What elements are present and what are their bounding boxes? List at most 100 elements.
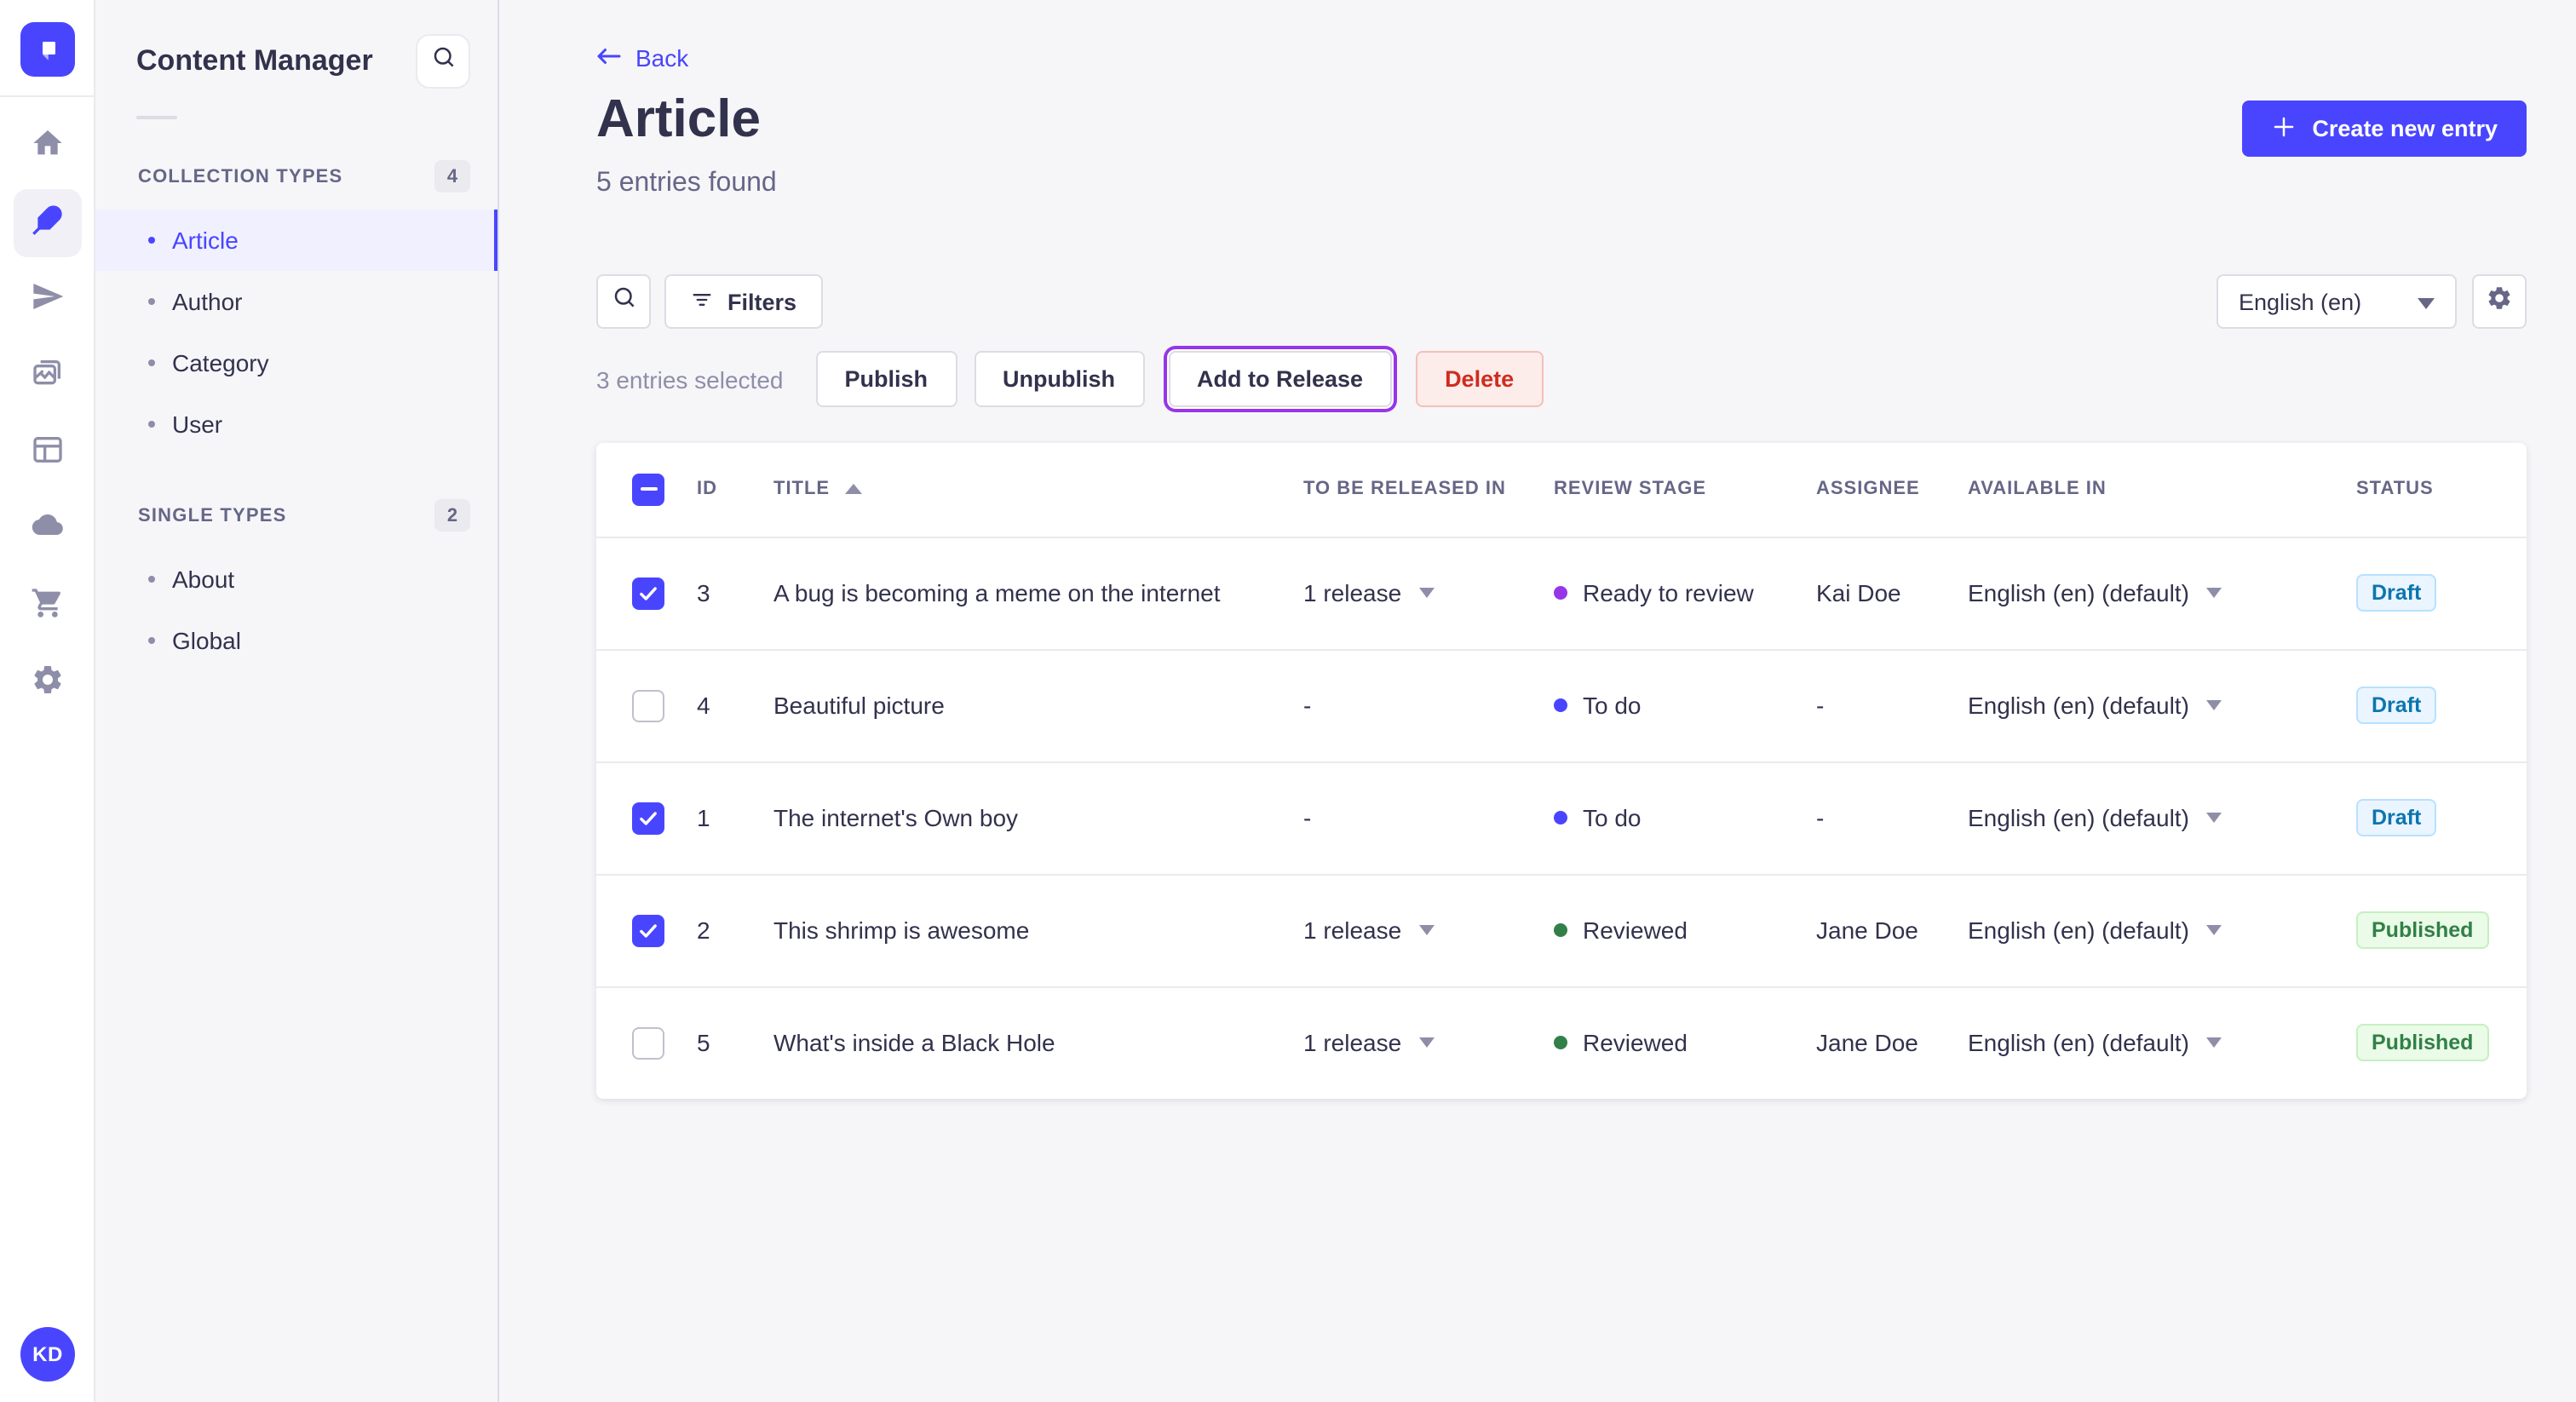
cell-status: Draft (2356, 649, 2527, 761)
select-all-checkbox[interactable] (632, 473, 664, 506)
row-checkbox[interactable] (632, 689, 664, 721)
table-row: 2 This shrimp is awesome 1 release Reviewed… (596, 874, 2527, 986)
cell-release: - (1303, 804, 1312, 831)
nav-divider (0, 95, 94, 97)
cell-available-in[interactable]: English (en) (default) (1968, 986, 2356, 1099)
nav-item-marketplace[interactable] (14, 572, 82, 641)
cell-release[interactable]: 1 release (1303, 986, 1554, 1099)
nav-item-home[interactable] (14, 112, 82, 181)
selection-bar: 3 entries selected Publish Unpublish Add… (596, 351, 1544, 407)
cell-assignee: - (1816, 804, 1825, 831)
sidebar-item-user[interactable]: User (95, 394, 497, 455)
publish-button[interactable]: Publish (815, 351, 957, 407)
cell-review-stage: Reviewed (1554, 874, 1816, 986)
column-header-review-stage[interactable]: REVIEW STAGE (1554, 443, 1816, 537)
cell-title: A bug is becoming a meme on the internet (773, 579, 1221, 606)
table-row: 3 A bug is becoming a meme on the interne… (596, 537, 2527, 649)
search-button[interactable] (596, 274, 651, 329)
delete-button[interactable]: Delete (1416, 351, 1544, 407)
column-header-title[interactable]: TITLE (773, 443, 1303, 537)
arrow-left-icon (596, 44, 622, 72)
cell-checkbox (596, 986, 697, 1099)
column-header-available-in[interactable]: AVAILABLE IN (1968, 443, 2356, 537)
status-badge: Draft (2356, 687, 2437, 724)
table-header-row: ID TITLE TO BE RELEASED IN REVIEW STAGE ASSI… (596, 443, 2527, 537)
app-root: KD Content Manager COLLECTION TYPES 4 Arti… (0, 0, 2576, 1402)
column-header-to-be-released-in[interactable]: TO BE RELEASED IN (1303, 443, 1554, 537)
column-header-label: ASSIGNEE (1816, 479, 1920, 500)
subnav-search-button[interactable] (416, 34, 470, 89)
main-nav: KD (0, 0, 95, 1402)
locale-select[interactable]: English (en) (2217, 274, 2457, 329)
nav-item-content-manager[interactable] (14, 189, 82, 257)
sidebar-item-label: Article (172, 227, 239, 254)
media-library-icon (31, 355, 65, 398)
subnav-divider (136, 116, 177, 119)
back-label: Back (635, 44, 689, 72)
sidebar-item-author[interactable]: Author (95, 271, 497, 332)
plus-icon (2271, 113, 2297, 144)
back-link[interactable]: Back (596, 44, 688, 72)
entries-count: 5 entries found (596, 169, 777, 198)
cell-title: Beautiful picture (773, 692, 945, 719)
cell-id: 2 (697, 916, 710, 944)
cell-checkbox (596, 874, 697, 986)
subnav-title: Content Manager (136, 44, 373, 77)
sidebar-item-category[interactable]: Category (95, 332, 497, 394)
chevron-down-icon (1418, 925, 1435, 935)
nav-item-deploy[interactable] (14, 496, 82, 564)
subnav-section: COLLECTION TYPES 4 Article Author Category Us… (95, 160, 497, 455)
row-checkbox[interactable] (632, 577, 664, 609)
avatar[interactable]: KD (20, 1327, 75, 1382)
column-header-label: TO BE RELEASED IN (1303, 479, 1506, 500)
cell-release[interactable]: 1 release (1303, 537, 1554, 649)
nav-item-content-type-builder[interactable] (14, 419, 82, 487)
nav-item-releases[interactable] (14, 266, 82, 334)
column-header-status[interactable]: STATUS (2356, 443, 2527, 537)
column-header-id[interactable]: ID (697, 443, 773, 537)
status-badge: Draft (2356, 574, 2437, 612)
sidebar-item-label: Author (172, 288, 243, 315)
row-checkbox[interactable] (632, 1026, 664, 1060)
status-badge: Published (2356, 1024, 2489, 1062)
cell-available-in[interactable]: English (en) (default) (1968, 537, 2356, 649)
cell-available-in[interactable]: English (en) (default) (1968, 649, 2356, 761)
cell-review-stage: To do (1554, 649, 1816, 761)
table-row: 5 What's inside a Black Hole 1 release Revi… (596, 986, 2527, 1099)
subnav-section-label: SINGLE TYPES (138, 505, 287, 526)
add-to-release-button[interactable]: Add to Release (1168, 351, 1393, 407)
cell-available-in[interactable]: English (en) (default) (1968, 761, 2356, 874)
row-checkbox[interactable] (632, 802, 664, 834)
cell-status: Published (2356, 986, 2527, 1099)
nav-item-media-library[interactable] (14, 342, 82, 411)
feather-icon (31, 202, 65, 244)
cell-title: The internet's Own boy (773, 804, 1019, 831)
cell-id: 5 (697, 1029, 710, 1057)
unpublish-button[interactable]: Unpublish (974, 351, 1144, 407)
create-new-entry-button[interactable]: Create new entry (2242, 101, 2527, 157)
cell-release[interactable]: 1 release (1303, 874, 1554, 986)
sidebar-item-about[interactable]: About (95, 549, 497, 610)
column-header-assignee[interactable]: ASSIGNEE (1816, 443, 1968, 537)
chevron-down-icon (2418, 289, 2435, 314)
sidebar-item-label: Category (172, 349, 269, 376)
nav-item-settings[interactable] (14, 649, 82, 717)
stage-dot-icon (1554, 698, 1567, 712)
sidebar-item-label: User (172, 411, 223, 438)
column-header-label: AVAILABLE IN (1968, 479, 2107, 500)
cell-available-in[interactable]: English (en) (default) (1968, 874, 2356, 986)
sidebar-item-global[interactable]: Global (95, 610, 497, 671)
view-settings-button[interactable] (2472, 274, 2527, 329)
column-header-label: ID (697, 479, 717, 500)
table-body: 3 A bug is becoming a meme on the interne… (596, 537, 2527, 1099)
sidebar-item-article[interactable]: Article (95, 210, 497, 271)
strapi-logo-icon[interactable] (20, 22, 75, 77)
subnav: Content Manager COLLECTION TYPES 4 Article… (95, 0, 499, 1402)
home-icon (31, 125, 65, 168)
cell-status: Draft (2356, 537, 2527, 649)
chevron-down-icon (2205, 925, 2222, 935)
row-checkbox[interactable] (632, 914, 664, 946)
check-icon (640, 811, 657, 825)
filters-button[interactable]: Filters (664, 274, 823, 329)
search-icon (611, 284, 636, 319)
